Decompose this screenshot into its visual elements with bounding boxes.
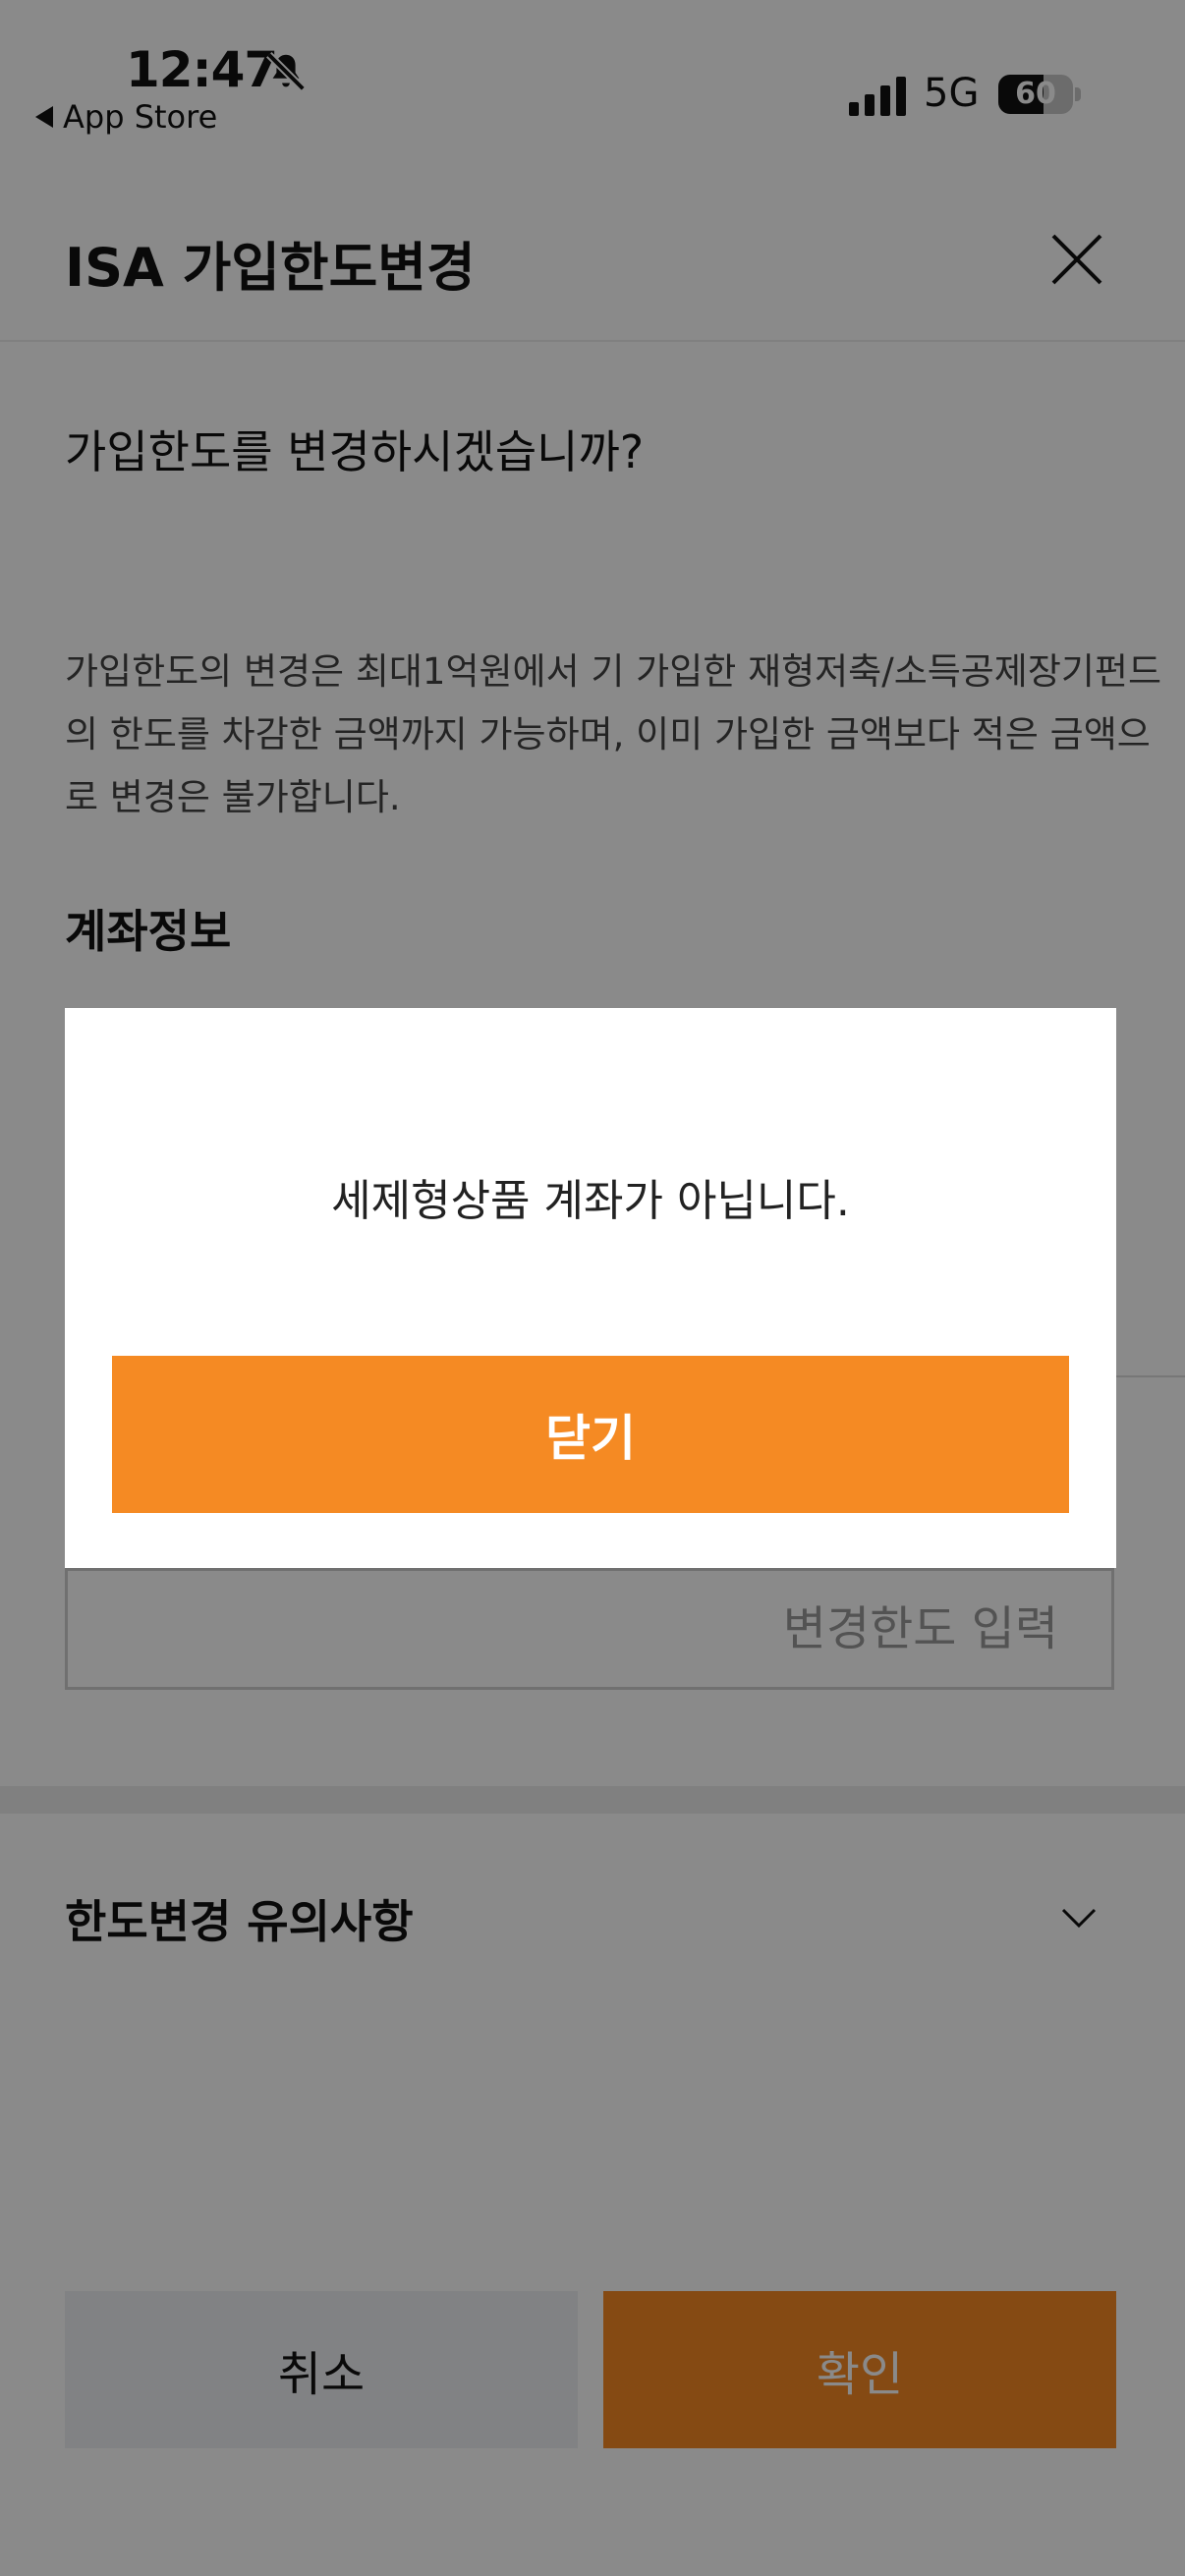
dialog-close-button[interactable]: 닫기 bbox=[112, 1356, 1069, 1513]
alert-dialog: 세제형상품 계좌가 아닙니다. 닫기 bbox=[65, 1008, 1116, 1568]
dialog-message: 세제형상품 계좌가 아닙니다. bbox=[331, 1176, 850, 1226]
